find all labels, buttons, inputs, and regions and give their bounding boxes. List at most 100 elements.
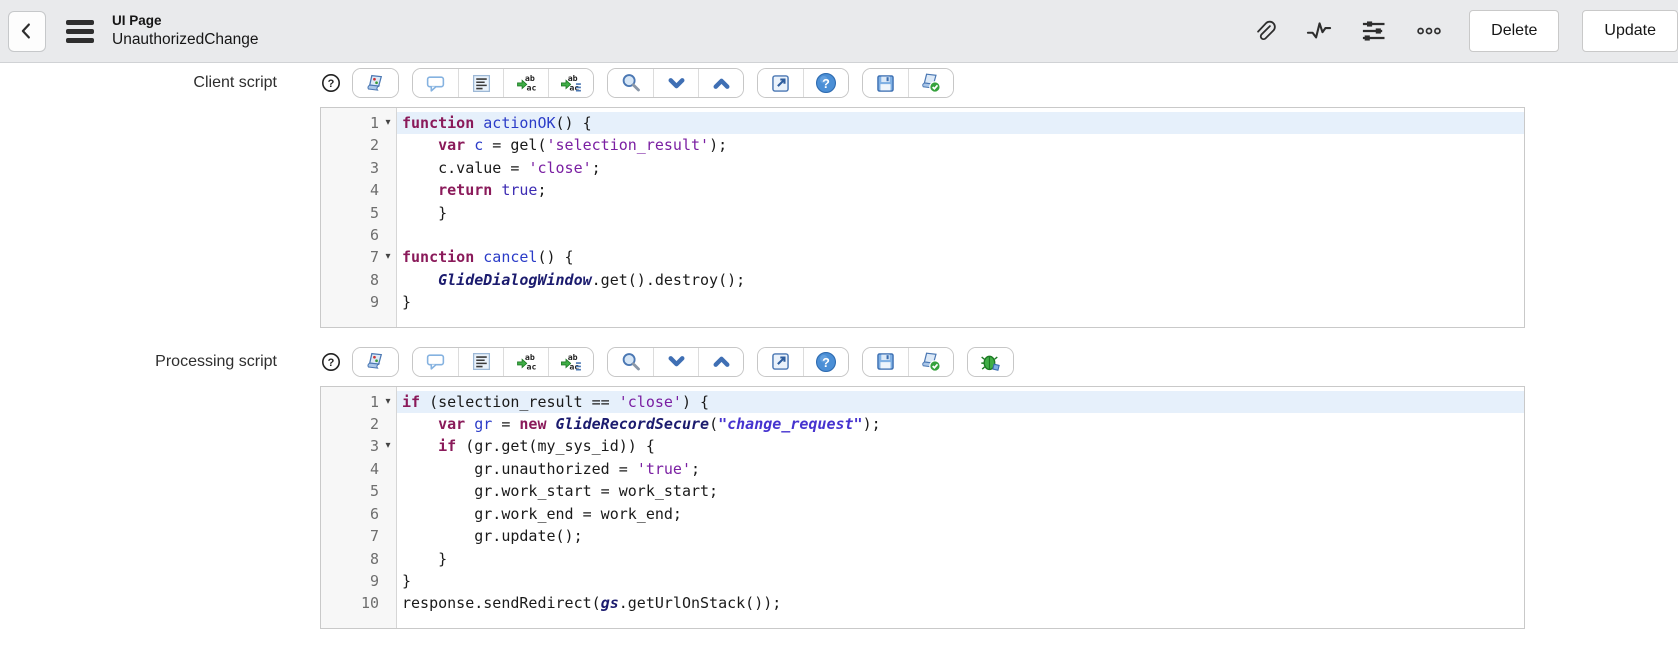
code-text: gr.work_end = work_end; [402, 504, 682, 523]
fold-toggle-icon[interactable]: ▾ [379, 112, 397, 134]
format-code-button[interactable] [458, 69, 503, 97]
code-text: gr.work_start = work_start; [402, 482, 719, 501]
field-label: Client script [193, 74, 277, 91]
open-fullscreen-button[interactable] [758, 69, 803, 97]
find-next-button[interactable] [653, 69, 698, 97]
code-editor[interactable]: 1 ▾ if (selection_result == 'close') {2 va… [320, 385, 1525, 629]
menu-icon[interactable] [66, 19, 94, 43]
save-button[interactable] [863, 69, 908, 97]
script-debugger-button[interactable] [968, 347, 1013, 376]
code-line: 4 return true; [321, 179, 1524, 201]
code-line: 3 c.value = 'close'; [321, 157, 1524, 179]
code-text: if (gr.get(my_sys_id)) { [438, 437, 655, 456]
find-previous-button[interactable] [698, 69, 743, 97]
format-code-button[interactable] [458, 347, 503, 376]
save-button[interactable] [863, 347, 908, 376]
find-next-button[interactable] [653, 347, 698, 376]
code-line: 2 var gr = new GlideRecordSecure("change… [321, 413, 1524, 435]
code-text: function actionOK() { [397, 112, 1524, 135]
form-body: Client script? ab ac ab ac? 1 ▾ function action… [0, 63, 1678, 629]
code-text: function cancel() { [402, 248, 574, 267]
delete-button[interactable]: Delete [1469, 10, 1560, 52]
update-button[interactable]: Update [1582, 10, 1678, 52]
save-icon [875, 73, 896, 94]
more-options-icon [1417, 27, 1441, 35]
find-previous-icon [711, 351, 732, 372]
svg-text:?: ? [822, 77, 830, 91]
line-number: 2 [369, 136, 379, 155]
replace-button[interactable]: ab ac [503, 69, 548, 97]
replace-all-button[interactable]: ab ac [548, 69, 593, 97]
editor-help-button[interactable]: ? [803, 69, 848, 97]
back-icon [21, 23, 30, 39]
toolbar-group [862, 346, 954, 377]
field-help-icon[interactable]: ? [320, 351, 342, 373]
fold-toggle-icon[interactable]: ▾ [379, 246, 397, 268]
page-title: UI Page UnauthorizedChange [112, 13, 259, 49]
toggle-comment-button[interactable] [413, 347, 458, 376]
code-editor[interactable]: 1 ▾ function actionOK() {2 var c = gel('se… [320, 107, 1525, 328]
search-button[interactable] [608, 69, 653, 97]
line-number: 4 [369, 181, 379, 200]
find-next-icon [666, 73, 687, 94]
line-number: 9 [369, 571, 379, 590]
replace-all-button[interactable]: ab ac [548, 347, 593, 376]
field-label: Processing script [155, 352, 277, 370]
save-icon [875, 351, 896, 372]
toggle-comment-button[interactable] [413, 69, 458, 97]
code-line: 10 response.sendRedirect(gs.getUrlOnStack… [321, 592, 1524, 614]
code-text: response.sendRedirect(gs.getUrlOnStack()… [402, 594, 782, 613]
script-field-button[interactable] [353, 69, 398, 97]
line-number: 1 [369, 114, 379, 132]
replace-icon: ab ac [515, 351, 537, 373]
syntax-check-button[interactable] [908, 69, 953, 97]
line-number: 3 [369, 158, 379, 177]
replace-all-icon: ab ac [560, 72, 582, 94]
line-number: 3 [369, 437, 379, 456]
editor-help-button[interactable]: ? [803, 347, 848, 376]
svg-text:ab: ab [568, 351, 578, 361]
replace-all-icon: ab ac [560, 351, 582, 373]
editor-toolbar: ? ab ac ab ac? [320, 68, 1525, 98]
line-number: 6 [369, 226, 379, 245]
replace-icon: ab ac [515, 72, 537, 94]
syntax-check-icon [920, 351, 942, 373]
toolbar-group: ab ac ab ac [412, 68, 594, 98]
replace-button[interactable]: ab ac [503, 347, 548, 376]
personalize-form-button[interactable] [1360, 17, 1388, 45]
line-number: 7 [369, 248, 379, 267]
fold-toggle-icon[interactable]: ▾ [379, 435, 397, 457]
code-line: 7 gr.update(); [321, 525, 1524, 547]
script-field-button[interactable] [353, 347, 398, 376]
svg-text:?: ? [822, 355, 830, 369]
more-options-button[interactable] [1415, 17, 1443, 45]
activity-stream-icon [1307, 22, 1332, 39]
back-button[interactable] [8, 10, 46, 52]
find-previous-button[interactable] [698, 347, 743, 376]
format-code-icon [471, 73, 492, 94]
code-line: 8 GlideDialogWindow.get().destroy(); [321, 269, 1524, 291]
open-fullscreen-button[interactable] [758, 347, 803, 376]
activity-stream-button[interactable] [1305, 17, 1333, 45]
attachment-button[interactable] [1250, 17, 1278, 45]
fold-toggle-icon[interactable]: ▾ [379, 391, 397, 413]
syntax-check-button[interactable] [908, 347, 953, 376]
svg-text:ac: ac [527, 361, 537, 371]
toolbar-group [352, 68, 399, 98]
open-fullscreen-icon [770, 351, 791, 372]
code-text: gr.update(); [402, 527, 583, 546]
svg-text:ab: ab [525, 351, 535, 361]
search-button[interactable] [608, 347, 653, 376]
field-help-icon[interactable]: ? [320, 72, 342, 94]
toolbar-group [967, 346, 1014, 377]
script-field-icon [365, 351, 386, 372]
code-line: 7 ▾ function cancel() { [321, 246, 1524, 268]
